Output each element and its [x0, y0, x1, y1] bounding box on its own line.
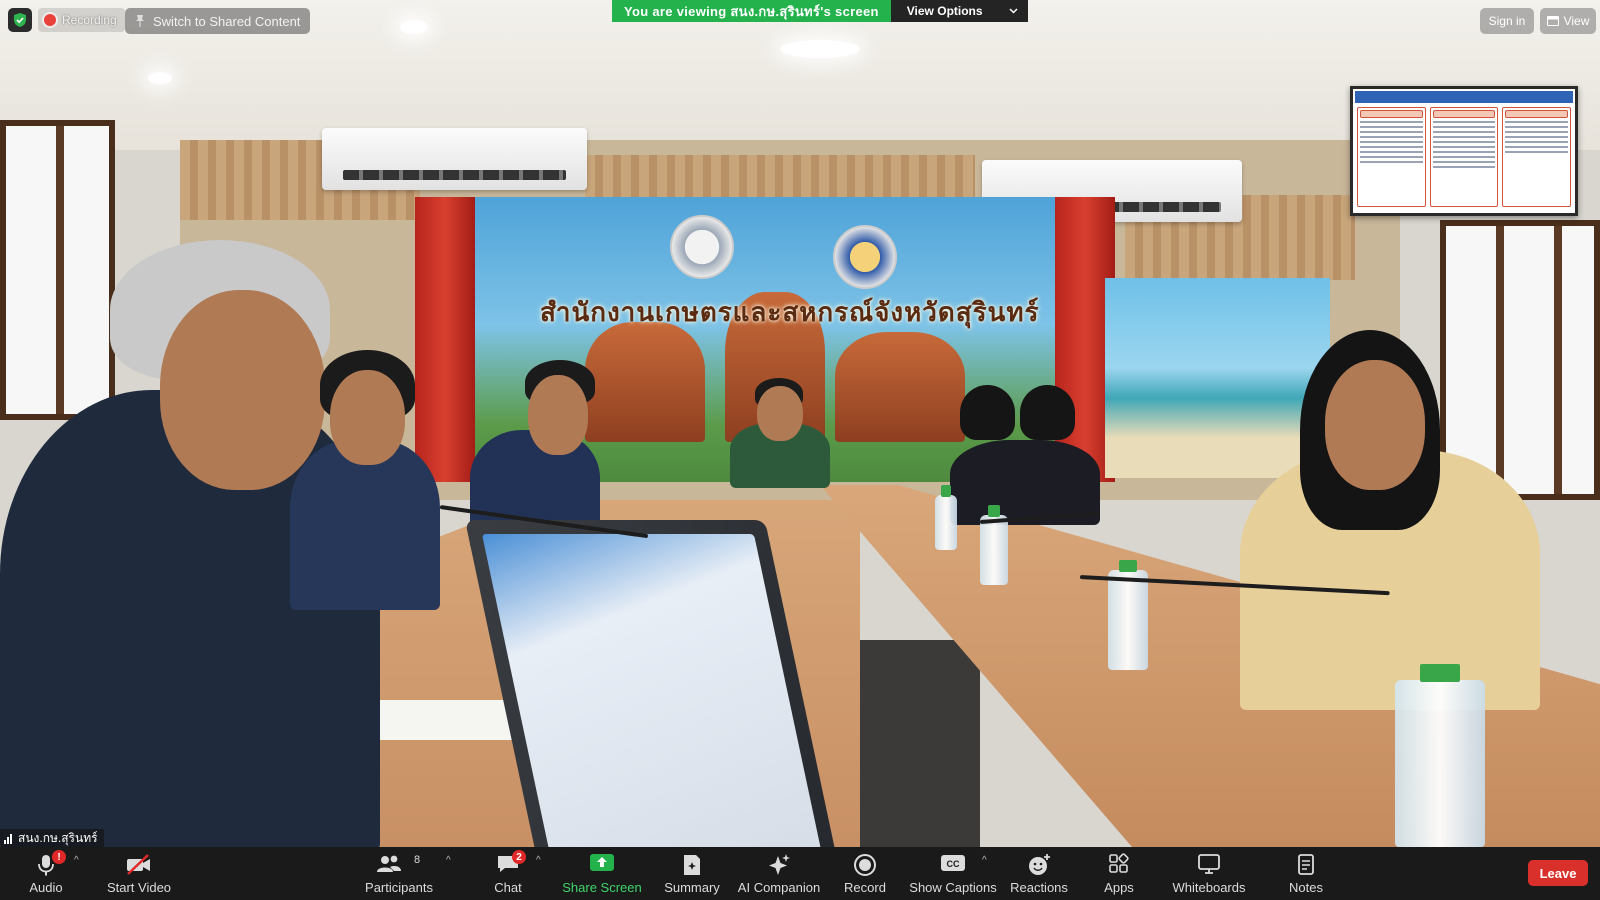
- chat-options-caret-icon[interactable]: ^: [536, 855, 541, 866]
- participants-count: 8: [414, 854, 421, 866]
- security-shield-icon[interactable]: [8, 8, 32, 32]
- water-bottle: [980, 505, 1008, 585]
- viewing-banner: You are viewing สนง.กษ.สุรินทร์'s screen…: [612, 0, 1028, 22]
- banner-title: สำนักงานเกษตรและสหกรณ์จังหวัดสุรินทร์: [540, 298, 1040, 328]
- ceiling-light: [148, 72, 172, 84]
- notes-label: Notes: [1289, 880, 1323, 895]
- leave-meeting-button[interactable]: Leave: [1528, 860, 1588, 886]
- thumbnail-header-bar: [1355, 91, 1573, 103]
- water-bottle: [935, 485, 957, 550]
- zoom-meeting-window: สำนักงานเกษตรและสหกรณ์จังหวัดสุรินทร์ Re…: [0, 0, 1600, 900]
- participant-name: สนง.กษ.สุรินทร์: [18, 830, 98, 845]
- view-options-label: View Options: [906, 4, 983, 18]
- water-bottle: [1108, 560, 1148, 670]
- ai-sparkle-icon: [769, 854, 790, 875]
- meeting-toolbar: ! Audio ^ Start Video 8 Participants ^ 2…: [0, 847, 1600, 900]
- grid-view-icon: [1546, 16, 1559, 26]
- audio-label: Audio: [29, 880, 63, 895]
- whiteboards-button[interactable]: Whiteboards: [1172, 847, 1246, 900]
- seal-emblem: [833, 225, 897, 289]
- switch-label: Switch to Shared Content: [153, 13, 301, 29]
- record-icon: [854, 854, 876, 876]
- participants-label: Participants: [365, 880, 433, 895]
- whiteboards-label: Whiteboards: [1172, 880, 1246, 895]
- shared-content-thumbnail[interactable]: [1350, 86, 1578, 216]
- participants-button[interactable]: 8 Participants: [362, 847, 436, 900]
- view-options-button[interactable]: View Options: [890, 0, 1028, 22]
- share-screen-icon: [590, 854, 614, 871]
- ceiling-light: [780, 40, 860, 58]
- view-label: View: [1563, 14, 1590, 28]
- thumbnail-column: [1429, 107, 1499, 207]
- pin-icon: [136, 15, 144, 27]
- person-right-front: [1180, 330, 1540, 710]
- temple-art: [835, 332, 965, 442]
- participants-icon: [377, 855, 401, 872]
- audio-button[interactable]: ! Audio: [20, 847, 72, 900]
- audio-warning-badge: !: [52, 850, 66, 864]
- recording-dot-icon: [44, 14, 56, 26]
- share-screen-button[interactable]: Share Screen: [562, 847, 642, 900]
- start-video-button[interactable]: Start Video: [104, 847, 174, 900]
- share-screen-label: Share Screen: [562, 880, 642, 895]
- smiley-reaction-icon: [1029, 854, 1050, 875]
- closed-captions-icon: CC: [941, 855, 965, 871]
- apps-button[interactable]: Apps: [1100, 847, 1138, 900]
- summary-button[interactable]: Summary: [660, 847, 724, 900]
- start-video-label: Start Video: [106, 880, 172, 895]
- viewing-screen-text: You are viewing สนง.กษ.สุรินทร์'s screen: [612, 0, 891, 22]
- whiteboard-icon: [1198, 854, 1220, 874]
- summary-label: Summary: [664, 880, 720, 895]
- video-off-icon: [127, 854, 150, 875]
- person-right-pair: [950, 385, 1100, 525]
- ceiling-light: [400, 20, 428, 34]
- seal-emblem: [670, 215, 734, 279]
- apps-label: Apps: [1104, 880, 1134, 895]
- person-chair: [725, 378, 835, 488]
- participant-name-tag: สนง.กษ.สุรินทร์: [0, 829, 104, 847]
- person-second-left: [290, 350, 450, 610]
- apps-grid-icon: [1109, 853, 1129, 873]
- summary-document-icon: [684, 855, 700, 875]
- sign-in-label: Sign in: [1488, 14, 1526, 28]
- participants-options-caret-icon[interactable]: ^: [446, 855, 451, 866]
- audio-options-caret-icon[interactable]: ^: [74, 855, 79, 866]
- switch-to-shared-content-button[interactable]: Switch to Shared Content: [125, 8, 311, 34]
- signal-strength-icon: [4, 833, 12, 844]
- notes-icon: [1298, 854, 1314, 875]
- water-bottle: [1395, 664, 1485, 847]
- chat-unread-badge: 2: [512, 850, 526, 864]
- air-conditioner: [322, 128, 587, 190]
- leave-label: Leave: [1539, 865, 1577, 881]
- recording-indicator[interactable]: Recording: [38, 8, 125, 32]
- reactions-label: Reactions: [1010, 880, 1068, 895]
- svg-text:CC: CC: [947, 859, 960, 869]
- ai-companion-label: AI Companion: [737, 880, 821, 895]
- record-label: Record: [844, 880, 886, 895]
- captions-options-caret-icon[interactable]: ^: [982, 855, 987, 866]
- show-captions-label: Show Captions: [909, 880, 997, 895]
- thumbnail-column: [1502, 107, 1572, 207]
- chat-label: Chat: [494, 880, 522, 895]
- chat-button[interactable]: 2 Chat: [490, 847, 526, 900]
- reactions-button[interactable]: Reactions: [1010, 847, 1068, 900]
- thumbnail-column: [1357, 107, 1426, 207]
- notes-button[interactable]: Notes: [1286, 847, 1326, 900]
- view-layout-button[interactable]: View: [1540, 8, 1596, 34]
- chevron-down-icon: [1009, 8, 1018, 14]
- ai-companion-button[interactable]: AI Companion: [736, 847, 822, 900]
- sign-in-button[interactable]: Sign in: [1480, 8, 1534, 34]
- recording-label: Recording: [62, 13, 117, 27]
- record-button[interactable]: Record: [842, 847, 888, 900]
